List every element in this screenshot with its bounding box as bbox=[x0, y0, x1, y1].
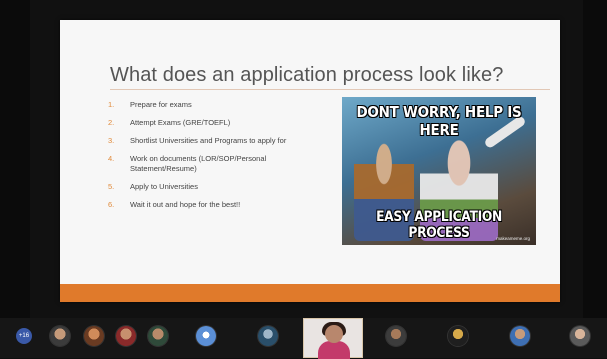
avatar bbox=[50, 326, 70, 346]
avatar bbox=[570, 326, 590, 346]
list-item: 1. Prepare for exams bbox=[108, 100, 328, 110]
meme-credit: makeameme.org bbox=[496, 236, 530, 241]
speaker-face bbox=[325, 325, 343, 343]
avatar bbox=[148, 326, 168, 346]
speaker-body bbox=[318, 341, 350, 359]
step-number: 4. bbox=[108, 154, 115, 163]
step-number: 1. bbox=[108, 100, 115, 109]
shared-slide: What does an application process look li… bbox=[60, 20, 560, 302]
more-participants-badge[interactable]: +16 bbox=[16, 328, 32, 344]
step-number: 5. bbox=[108, 182, 115, 191]
participant-tile[interactable] bbox=[176, 318, 236, 358]
step-text: Wait it out and hope for the best!! bbox=[130, 200, 241, 209]
step-number: 3. bbox=[108, 136, 115, 145]
list-item: 5. Apply to Universities bbox=[108, 182, 328, 192]
steps-list: 1. Prepare for exams 2. Attempt Exams (GRE… bbox=[108, 100, 328, 218]
avatar bbox=[116, 326, 136, 346]
step-text: Apply to Universities bbox=[130, 182, 198, 191]
participant-tile[interactable] bbox=[78, 318, 110, 358]
participant-tile[interactable] bbox=[238, 318, 298, 358]
participant-tile[interactable] bbox=[366, 318, 426, 358]
participant-tile[interactable] bbox=[428, 318, 488, 358]
title-divider bbox=[110, 89, 550, 90]
participant-tile[interactable] bbox=[44, 318, 76, 358]
step-text: Prepare for exams bbox=[130, 100, 192, 109]
avatar bbox=[386, 326, 406, 346]
avatar bbox=[510, 326, 530, 346]
step-text: Shortlist Universities and Programs to a… bbox=[130, 136, 287, 145]
slide-title: What does an application process look li… bbox=[110, 64, 504, 86]
avatar bbox=[258, 326, 278, 346]
slide-footer-band bbox=[60, 284, 560, 302]
avatar bbox=[196, 326, 216, 346]
step-text: Work on documents (LOR/SOP/Personal Stat… bbox=[130, 154, 267, 173]
active-speaker-video[interactable] bbox=[303, 318, 363, 359]
list-item: 4. Work on documents (LOR/SOP/Personal St… bbox=[108, 154, 328, 174]
left-letterbox bbox=[0, 0, 30, 318]
participant-tile[interactable] bbox=[490, 318, 550, 358]
avatar bbox=[84, 326, 104, 346]
avatar bbox=[448, 326, 468, 346]
participant-tile[interactable] bbox=[110, 318, 142, 358]
step-number: 2. bbox=[108, 118, 115, 127]
meme-image: DONT WORRY, HELP IS HERE EASY APPLICATIO… bbox=[342, 97, 536, 245]
more-participants-tile[interactable]: +16 bbox=[0, 318, 40, 358]
participant-tile[interactable] bbox=[142, 318, 174, 358]
list-item: 2. Attempt Exams (GRE/TOEFL) bbox=[108, 118, 328, 128]
right-letterbox bbox=[583, 0, 607, 318]
meeting-stage: What does an application process look li… bbox=[0, 0, 607, 359]
list-item: 6. Wait it out and hope for the best!! bbox=[108, 200, 328, 210]
meme-top-caption: DONT WORRY, HELP IS HERE bbox=[356, 103, 522, 139]
step-number: 6. bbox=[108, 200, 115, 209]
list-item: 3. Shortlist Universities and Programs to… bbox=[108, 136, 328, 146]
step-text: Attempt Exams (GRE/TOEFL) bbox=[130, 118, 231, 127]
participant-tile[interactable] bbox=[552, 318, 607, 358]
